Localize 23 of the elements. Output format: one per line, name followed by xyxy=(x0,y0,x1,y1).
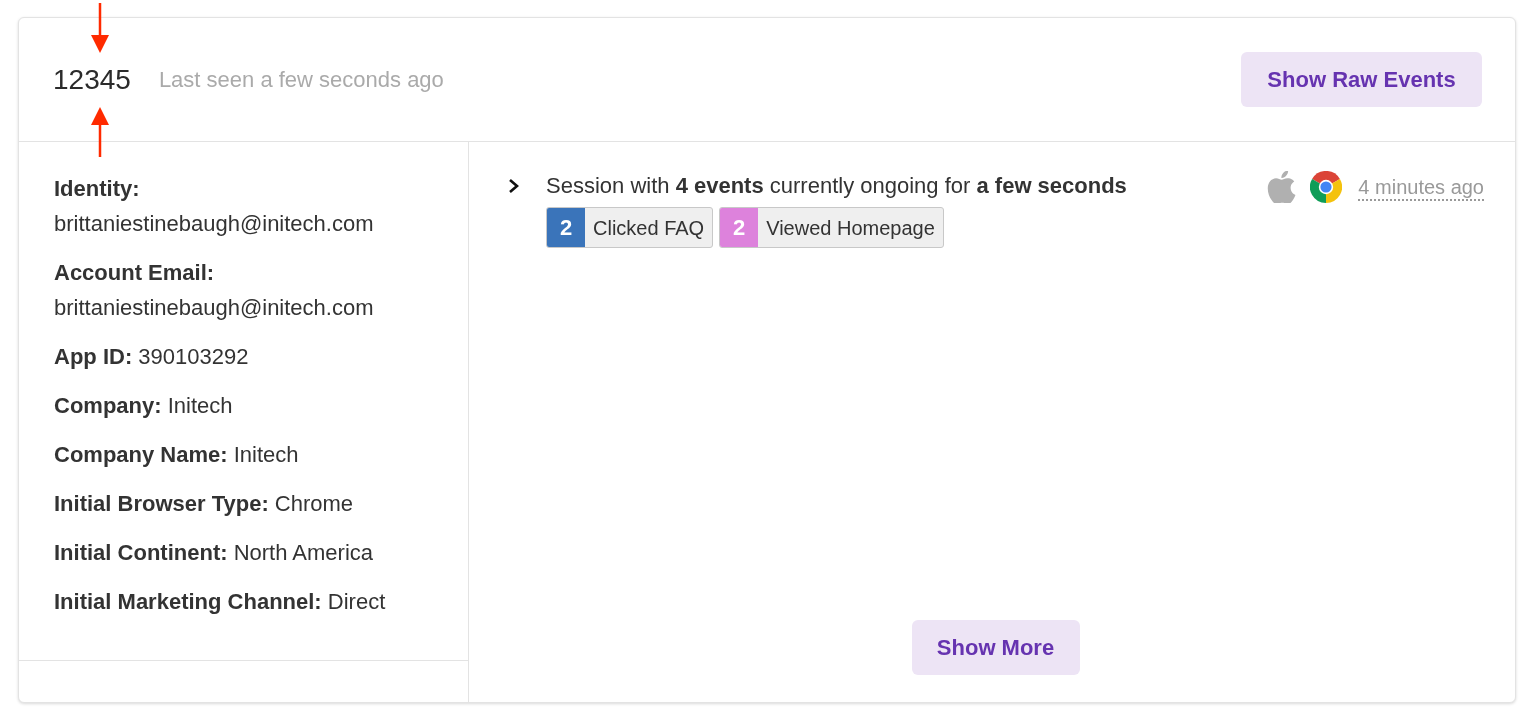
last-seen-text: Last seen a few seconds ago xyxy=(158,68,444,91)
chrome-logo-icon xyxy=(1310,171,1343,203)
up-arrow-icon xyxy=(91,107,109,157)
chevron-icon[interactable] xyxy=(507,178,520,194)
property-text: Identity: brittaniestinebaugh@initech.com xyxy=(54,175,375,238)
property-text: Account Email: brittaniestinebaugh@initech.com xyxy=(54,259,375,322)
event-count: 2 xyxy=(547,208,585,247)
apple-icon xyxy=(1266,171,1297,203)
event-count: 2 xyxy=(720,208,759,247)
property-text: Company: Initech xyxy=(54,392,234,420)
event-label: Clicked FAQ xyxy=(592,215,706,241)
property-text: Initial Marketing Channel: Direct xyxy=(54,588,387,616)
event-label: Viewed Homepage xyxy=(765,215,936,241)
property-text: Company Name: Initech xyxy=(54,441,300,469)
user-id: 12345 xyxy=(53,65,131,94)
show-more-button[interactable]: Show More xyxy=(911,620,1080,675)
session-time: 4 minutes ago xyxy=(1358,175,1484,200)
property-text: App ID: 390103292 xyxy=(54,343,250,371)
down-arrow-icon xyxy=(91,3,109,53)
show-raw-events-button[interactable]: Show Raw Events xyxy=(1241,52,1482,107)
property-text: Initial Continent: North America xyxy=(54,539,375,567)
session-summary: Session with 4 events currently ongoing for a few seconds xyxy=(546,172,1127,200)
property-text: Initial Browser Type: Chrome xyxy=(54,490,355,518)
